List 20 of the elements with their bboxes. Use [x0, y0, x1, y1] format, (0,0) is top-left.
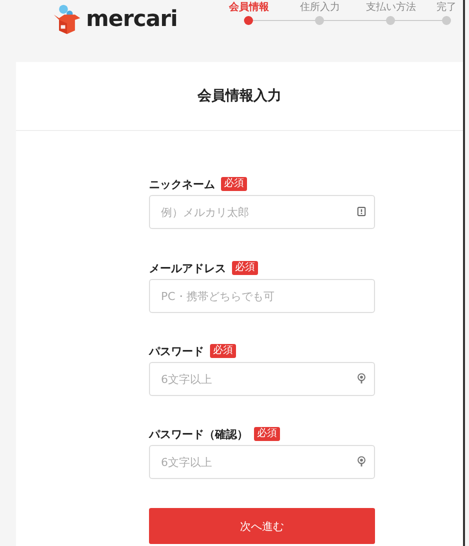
- required-badge: 必須: [210, 344, 236, 358]
- form-title: 会員情報入力: [198, 87, 282, 105]
- next-button[interactable]: 次へ進む: [149, 508, 375, 544]
- input-field[interactable]: PC・携帯どちらでも可: [149, 279, 375, 313]
- input-field[interactable]: 6文字以上: [149, 445, 375, 479]
- required-badge: 必須: [221, 177, 247, 191]
- step-label: 会員情報: [228, 1, 269, 15]
- input-field[interactable]: 6文字以上: [149, 362, 375, 396]
- input-field[interactable]: 例）メルカリ太郎: [149, 195, 375, 229]
- required-badge: 必須: [254, 427, 280, 441]
- box-logo-icon: [52, 4, 82, 34]
- step-label: 完了: [436, 1, 456, 15]
- logo-wordmark[interactable]: mercari: [86, 6, 178, 32]
- field-label: ニックネーム: [149, 176, 215, 192]
- field-label: パスワード: [149, 344, 204, 358]
- required-badge: 必須: [232, 261, 258, 275]
- step-label: 支払い方法: [366, 1, 416, 15]
- step-label: 住所入力: [300, 1, 340, 15]
- field-label: パスワード（確認）: [149, 426, 248, 442]
- field-label: メールアドレス: [149, 260, 226, 276]
